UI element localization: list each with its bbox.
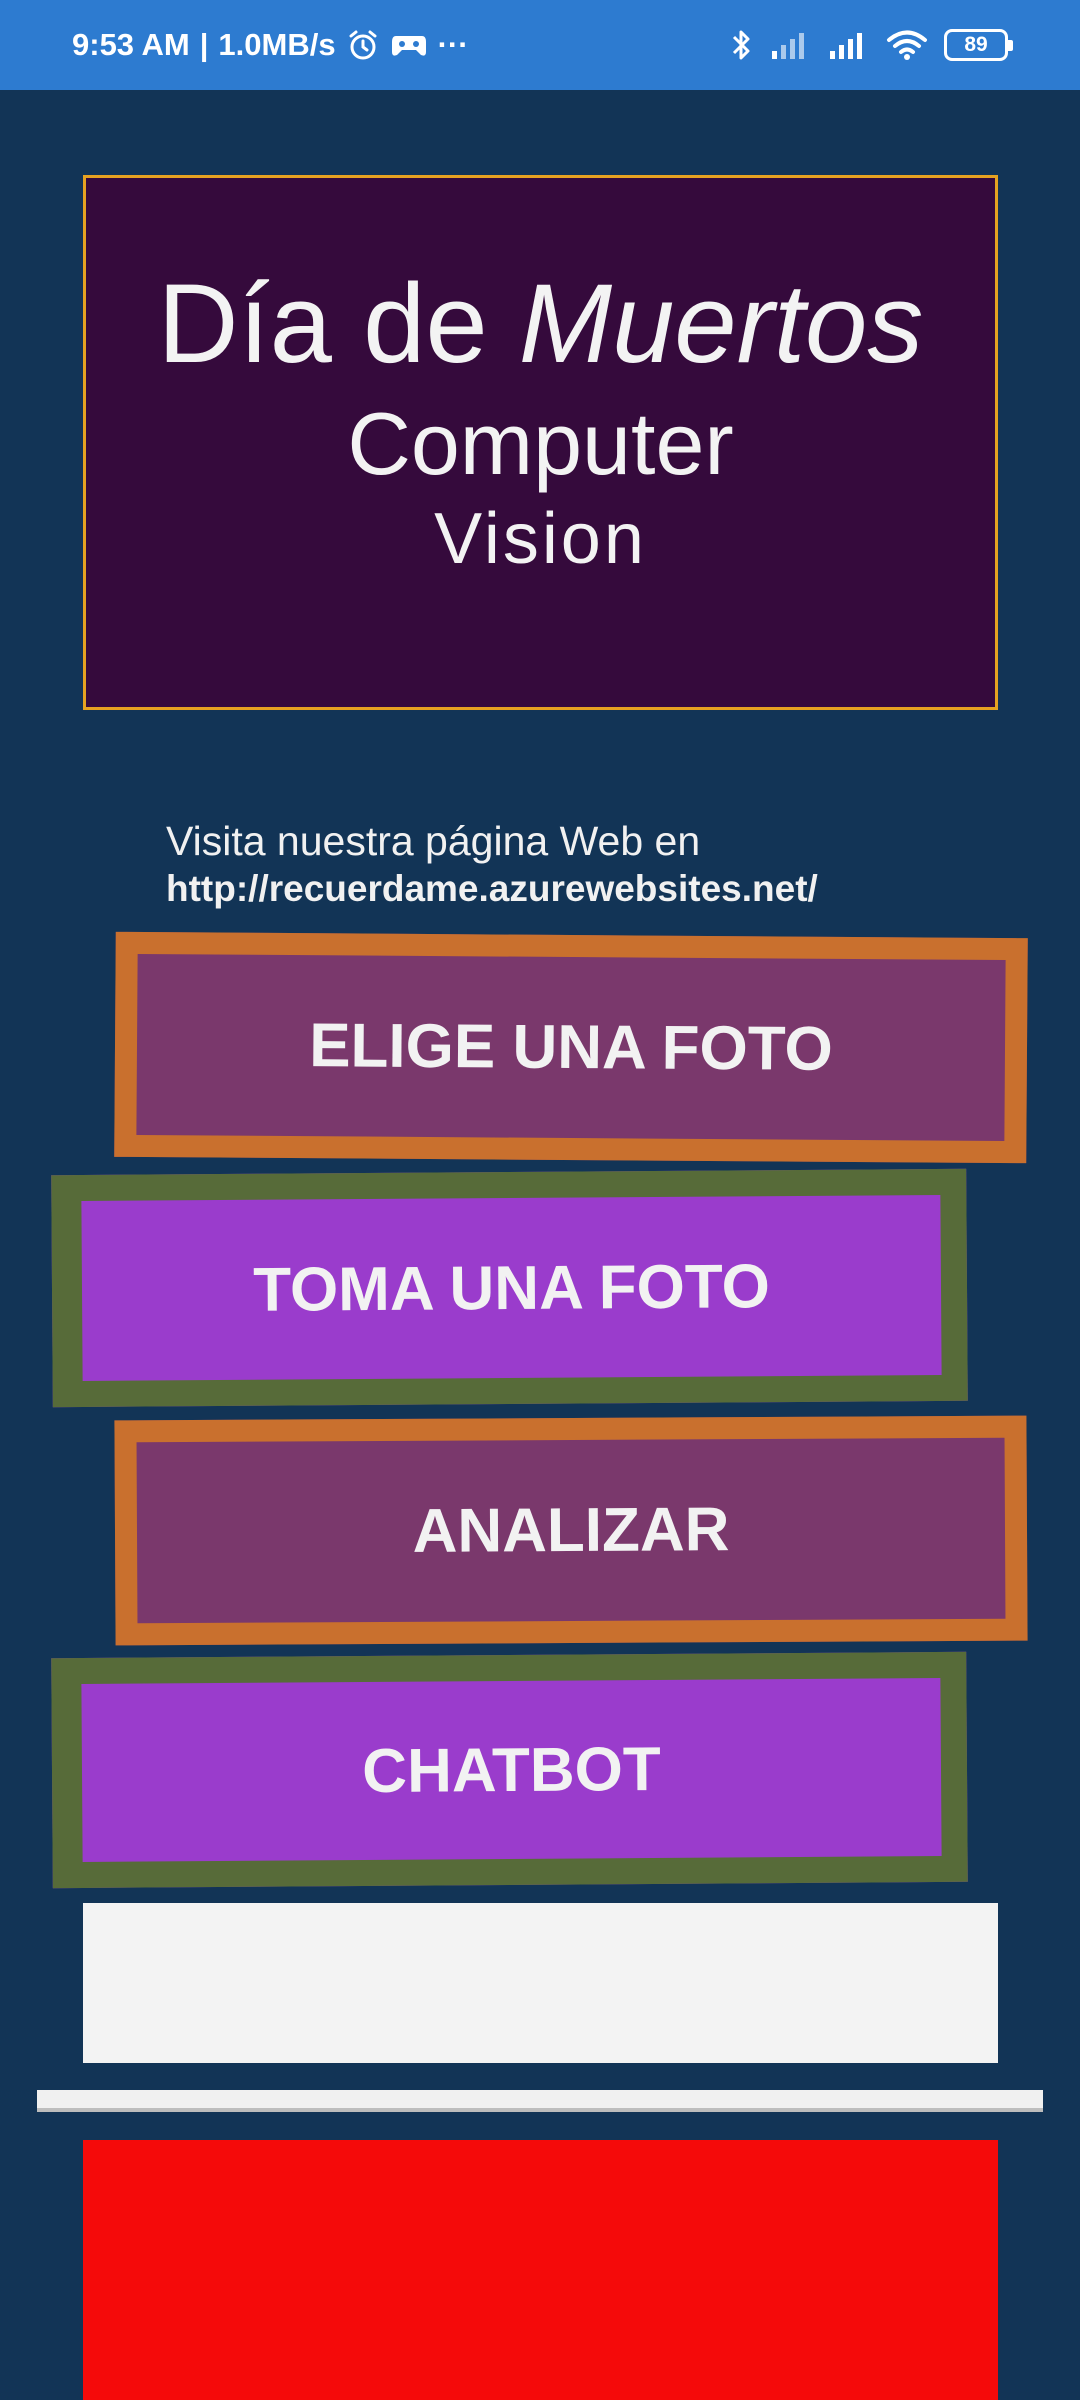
chatbot-button[interactable]: CHATBOT [51,1651,968,1889]
bluetooth-icon [730,27,754,63]
take-photo-button[interactable]: TOMA UNA FOTO [51,1168,968,1408]
signal-icon [770,29,812,61]
status-separator: | [199,27,209,62]
network-speed: 1.0MB/s [218,27,336,62]
website-link[interactable]: http://recuerdame.azurewebsites.net/ [166,868,818,910]
signal-icon [828,29,870,61]
chatbot-label: CHATBOT [362,1734,661,1806]
result-panel [83,1903,998,2063]
choose-photo-label: ELIGE UNA FOTO [308,1011,834,1084]
choose-photo-button[interactable]: ELIGE UNA FOTO [114,931,1028,1164]
title-card: Día de Muertos Computer Vision [83,175,998,710]
divider [37,2090,1043,2112]
gamepad-icon [390,30,428,60]
visit-text: Visita nuestra página Web en [166,818,701,864]
title-subtitle-computer: Computer [347,394,734,493]
battery-level: 89 [964,33,988,56]
title-word1: Día de [157,261,488,386]
analyze-button[interactable]: ANALIZAR [114,1415,1028,1646]
status-right: 89 [730,22,1013,68]
battery-icon: 89 [944,29,1013,61]
alarm-icon [346,28,380,62]
wifi-icon [886,29,928,61]
title-word2: Muertos [518,261,924,386]
more-indicator: ··· [437,27,469,62]
image-preview-panel [83,2140,998,2400]
take-photo-label: TOMA UNA FOTO [252,1251,771,1325]
title-main: Día de Muertos [86,268,995,380]
status-time: 9:53 AM [72,27,190,62]
analyze-label: ANALIZAR [412,1495,730,1566]
status-bar: 9:53 AM | 1.0MB/s ··· 89 [0,0,1080,90]
title-subtitle-vision: Vision [434,499,647,579]
status-left: 9:53 AM | 1.0MB/s ··· [72,22,469,68]
